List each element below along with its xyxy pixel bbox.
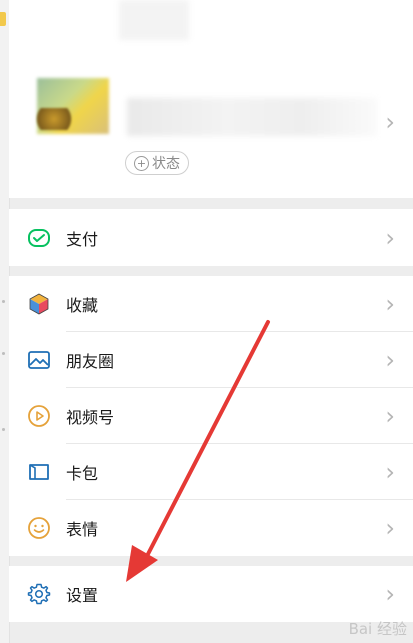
status-label: 状态: [152, 156, 180, 172]
menu-item-label: 表情: [66, 520, 99, 539]
chevron-right-icon: ›: [385, 458, 395, 486]
menu-item-favorites[interactable]: 收藏 ›: [9, 276, 413, 332]
chevron-right-icon: ›: [385, 290, 395, 318]
smiley-face-icon: [27, 516, 51, 540]
avatar-detail: [33, 108, 75, 130]
menu-item-label: 设置: [66, 586, 99, 605]
chevron-right-icon: ›: [385, 346, 395, 374]
favorites-cube-icon: [27, 292, 51, 316]
menu-item-cards[interactable]: 卡包 ›: [9, 444, 413, 500]
card-wallet-icon: [27, 460, 51, 484]
menu-item-label: 朋友圈: [66, 352, 115, 371]
pay-icon: [27, 226, 51, 250]
menu-item-moments[interactable]: 朋友圈 ›: [9, 332, 413, 388]
menu-item-label: 支付: [66, 229, 99, 249]
menu-item-label: 卡包: [66, 464, 99, 483]
menu-item-label: 视频号: [66, 408, 115, 427]
plus-icon: +: [134, 155, 149, 171]
menu-item-stickers[interactable]: 表情 ›: [9, 500, 413, 556]
edge-dot: [2, 300, 5, 303]
moments-picture-icon: [27, 348, 51, 372]
chevron-right-icon: ›: [385, 514, 395, 542]
watermark: Bai 经验: [348, 620, 407, 638]
menu-item-channels[interactable]: 视频号 ›: [9, 388, 413, 444]
gear-icon: [27, 582, 51, 606]
menu-item-label: 收藏: [66, 296, 99, 315]
blurred-area: [119, 0, 189, 40]
profile-header[interactable]: › + 状态: [9, 0, 413, 198]
background-app-tab: [0, 12, 6, 26]
edge-dot: [2, 352, 5, 355]
chevron-right-icon: ›: [385, 580, 395, 608]
chevron-right-icon: ›: [385, 223, 395, 252]
edge-dot: [2, 428, 5, 431]
blurred-username: [127, 98, 377, 136]
channels-play-icon: [27, 404, 51, 428]
add-status-button[interactable]: + 状态: [125, 151, 189, 175]
chevron-right-icon: ›: [385, 108, 395, 136]
menu-item-pay[interactable]: 支付 ›: [9, 209, 413, 266]
menu-item-settings[interactable]: 设置 ›: [9, 566, 413, 622]
chevron-right-icon: ›: [385, 402, 395, 430]
